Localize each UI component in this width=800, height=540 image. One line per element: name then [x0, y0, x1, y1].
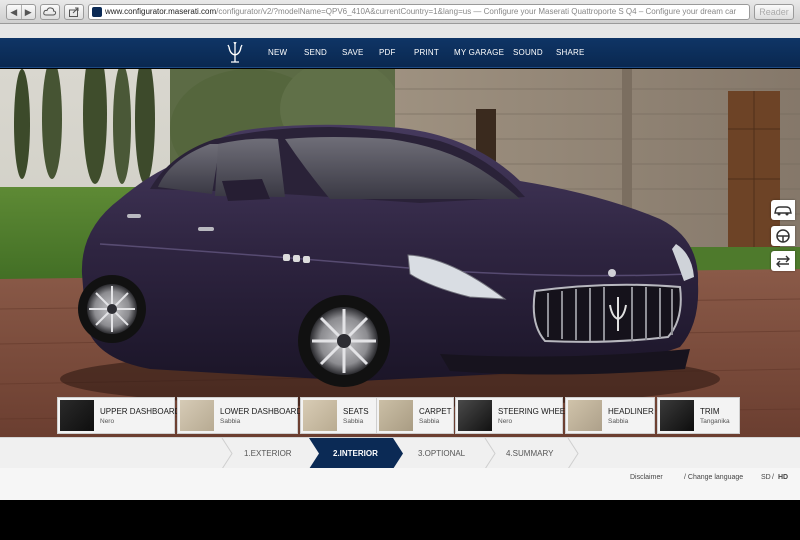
sd-toggle[interactable]: SD [761, 474, 771, 481]
url-domain: www.configurator.maserati.com [105, 7, 217, 16]
swatch-value: Sabbia [220, 418, 241, 425]
forward-icon[interactable]: ▶ [22, 5, 36, 19]
swatch-seats[interactable]: SEATS Sabbia [300, 397, 377, 434]
icloud-icon [43, 7, 57, 16]
car-view-icon [774, 206, 792, 216]
swatch-chip [458, 400, 492, 431]
swatch-trim[interactable]: TRIM Tanganika [657, 397, 740, 434]
nav-share[interactable]: SHARE [556, 38, 585, 68]
nav-send[interactable]: SEND [304, 38, 327, 68]
share-button[interactable] [64, 4, 84, 20]
step-summary[interactable]: 4.SUMMARY [506, 438, 553, 469]
swatch-value: Tanganika [700, 418, 730, 425]
nav-print[interactable]: PRINT [414, 38, 439, 68]
swatch-lower-dashboard[interactable]: LOWER DASHBOARD Sabbia [177, 397, 302, 434]
step-interior[interactable]: 2.INTERIOR [309, 438, 403, 469]
swatch-chip [180, 400, 214, 431]
nav-pdf[interactable]: PDF [379, 38, 396, 68]
swatch-chip [60, 400, 94, 431]
back-icon[interactable]: ◀ [7, 5, 22, 19]
swatch-upper-dashboard[interactable]: UPPER DASHBOARD Nero [57, 397, 180, 434]
browser-window: { "browser": { "back_glyph": "◀", "forwa… [0, 0, 800, 540]
swatch-value: Nero [498, 418, 513, 425]
swatch-name: HEADLINER [608, 407, 654, 416]
swatch-value: Sabbia [343, 418, 364, 425]
hd-toggle[interactable]: HD [778, 474, 788, 481]
exterior-view-button[interactable] [771, 200, 795, 220]
swap-view-button[interactable] [771, 251, 795, 271]
configurator-steps: 1.EXTERIOR 2.INTERIOR 3.OPTIONAL 4.SUMMA… [0, 437, 800, 469]
swatch-value: Nero [100, 418, 115, 425]
address-bar[interactable]: www.configurator.maserati.com/configurat… [88, 4, 750, 20]
step-exterior[interactable]: 1.EXTERIOR [244, 438, 292, 469]
swatch-name: SEATS [343, 407, 369, 416]
swatch-value: Sabbia [419, 418, 440, 425]
swatch-steering-wheel[interactable]: STEERING WHEEL Nero [455, 397, 570, 434]
swatch-name: STEERING WHEEL [498, 407, 570, 416]
nav-save[interactable]: SAVE [342, 38, 364, 68]
swatch-headliner[interactable]: HEADLINER Sabbia [565, 397, 655, 434]
maserati-trident-logo[interactable] [226, 42, 244, 64]
swatch-name: UPPER DASHBOARD [100, 407, 181, 416]
interior-view-button[interactable] [771, 226, 795, 246]
steering-wheel-icon [776, 229, 790, 243]
step-optional[interactable]: 3.OPTIONAL [418, 438, 465, 469]
car-scene-image [0, 69, 800, 437]
step-interior-label: 2.INTERIOR [333, 449, 378, 458]
swatch-chip [568, 400, 602, 431]
back-forward-group: ◀ ▶ [6, 4, 36, 20]
resolution-separator: / [772, 474, 774, 481]
swatch-chip [303, 400, 337, 431]
swatch-chip [379, 400, 413, 431]
url-path: /configurator/v2/?modelName=QPV6_410A&cu… [216, 7, 737, 16]
car-viewer[interactable] [0, 69, 800, 437]
window-bottom [0, 500, 800, 540]
icloud-button[interactable] [40, 4, 60, 20]
page-top-strip [0, 24, 800, 38]
swatch-name: TRIM [700, 407, 720, 416]
reader-button[interactable]: Reader [754, 4, 794, 20]
swatch-value: Sabbia [608, 418, 629, 425]
nav-new[interactable]: NEW [268, 38, 287, 68]
swatch-chip [660, 400, 694, 431]
nav-sound[interactable]: SOUND [513, 38, 543, 68]
disclaimer-link[interactable]: Disclaimer [630, 474, 663, 481]
nav-my-garage[interactable]: MY GARAGE [454, 38, 504, 68]
browser-toolbar: ◀ ▶ www.configurator.maserati.com/config… [0, 0, 800, 24]
swatch-carpet[interactable]: CARPET Sabbia [376, 397, 454, 434]
favicon-icon [92, 7, 102, 17]
change-language-link[interactable]: / Change language [684, 474, 743, 481]
page-footer: Disclaimer / Change language SD / HD [0, 468, 800, 500]
site-nav: NEW SEND SAVE PDF PRINT MY GARAGE SOUND … [0, 38, 800, 68]
swatch-name: LOWER DASHBOARD [220, 407, 303, 416]
share-icon [69, 7, 79, 17]
swap-arrows-icon [776, 255, 790, 268]
swatch-name: CARPET [419, 407, 452, 416]
